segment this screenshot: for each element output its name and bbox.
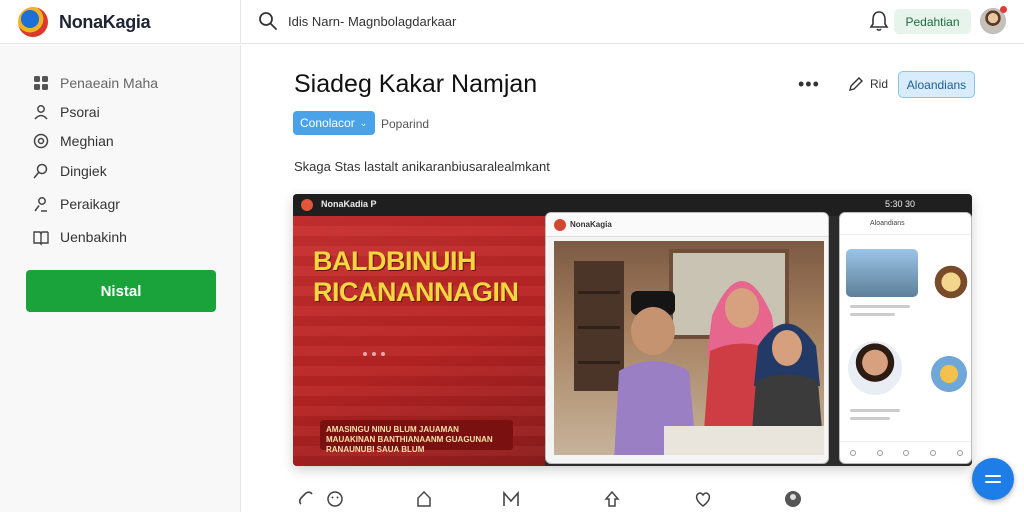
sidebar-item-dingiek[interactable]: Dingiek bbox=[32, 160, 107, 182]
category-select[interactable]: Conolacor ⌄ bbox=[293, 111, 375, 135]
mail-icon[interactable] bbox=[502, 490, 520, 508]
sidebar-item-penaeain-maha[interactable]: Penaeain Maha bbox=[32, 72, 158, 94]
card-text-line bbox=[850, 313, 895, 316]
sidebar-item-label: Dingiek bbox=[60, 163, 107, 179]
target-icon bbox=[33, 133, 49, 149]
chevron-down-icon: ⌄ bbox=[359, 117, 368, 128]
search-icon bbox=[33, 163, 48, 179]
sidebar-item-label: Uenbakinh bbox=[60, 229, 127, 245]
share-icon[interactable] bbox=[603, 490, 621, 508]
floating-action-button[interactable] bbox=[972, 458, 1014, 500]
category-select-value: Conolacor bbox=[300, 116, 355, 130]
install-button[interactable]: Nistal bbox=[26, 270, 216, 312]
edit-label: Rid bbox=[870, 77, 889, 91]
top-bar: NonaKagia Idis Narn- Magnbolagdarkaar Pe… bbox=[0, 0, 1024, 44]
family-photo bbox=[554, 241, 824, 455]
sidebar-item-uenbakinh[interactable]: Uenbakinh bbox=[32, 226, 127, 248]
link-icon[interactable] bbox=[297, 490, 315, 508]
side-window-bar: Aloandians bbox=[840, 213, 971, 235]
sidebar: Penaeain Maha Psorai Meghian Dingiek Per… bbox=[0, 45, 241, 512]
hero-bar-title: NonaKadia P bbox=[321, 199, 377, 209]
search-icon bbox=[259, 12, 277, 30]
hero-caption: AMASINGU NINU BLUM JAUAMAN MAUAKINAN BAN… bbox=[320, 420, 513, 454]
food-image bbox=[932, 263, 970, 301]
grid-icon bbox=[34, 76, 48, 90]
nav-dot-icon bbox=[876, 449, 883, 456]
edit-button[interactable]: Rid bbox=[848, 76, 888, 92]
card-text-line bbox=[850, 417, 890, 420]
sidebar-item-meghian[interactable]: Meghian bbox=[32, 130, 114, 152]
carousel-dots bbox=[363, 352, 385, 356]
user-icon bbox=[34, 197, 47, 212]
profile-icon[interactable] bbox=[784, 490, 802, 508]
profile-image bbox=[848, 341, 902, 395]
hero-heading: BALDBINUIH RICANANNAGIN bbox=[313, 246, 543, 308]
page-description: Skaga Stas lastalt anikaranbiusaralealmk… bbox=[294, 159, 550, 174]
photo-window-bar: NonaKagia bbox=[546, 213, 828, 237]
app-logo[interactable]: NonaKagia bbox=[18, 6, 151, 38]
nav-dot-icon bbox=[956, 449, 963, 456]
hero-bar-status: 5:30 30 bbox=[885, 199, 916, 209]
hero-banner: BALDBINUIH RICANANNAGIN AMASINGU NINU BL… bbox=[293, 216, 545, 466]
card-image bbox=[846, 249, 918, 297]
header-divider bbox=[240, 0, 241, 44]
sidebar-item-label: Psorai bbox=[60, 104, 100, 120]
sidebar-item-label: Penaeain Maha bbox=[60, 75, 159, 91]
hero-logo-icon bbox=[301, 199, 313, 211]
sidebar-item-label: Peraikagr bbox=[60, 196, 120, 212]
hero-photo-window: NonaKagia bbox=[545, 212, 829, 464]
book-icon bbox=[33, 231, 49, 246]
hero-heading-line1: BALDBINUIH bbox=[313, 246, 477, 276]
more-options-icon[interactable]: ••• bbox=[798, 74, 820, 95]
hero-side-window: Aloandians bbox=[839, 212, 972, 464]
photo-window-title: NonaKagia bbox=[570, 220, 612, 229]
card-text-line bbox=[850, 305, 910, 308]
page-title: Siadeg Kakar Namjan bbox=[294, 70, 538, 98]
emoji-icon[interactable] bbox=[326, 490, 344, 508]
sidebar-item-label: Meghian bbox=[60, 133, 114, 149]
search-input[interactable]: Idis Narn- Magnbolagdarkaar bbox=[288, 14, 456, 29]
nav-dot-icon bbox=[903, 449, 910, 456]
home-icon[interactable] bbox=[415, 490, 433, 508]
nav-dot-icon bbox=[930, 449, 937, 456]
side-window-title: Aloandians bbox=[870, 220, 905, 227]
notification-dot bbox=[1000, 6, 1007, 13]
sidebar-item-psorai[interactable]: Psorai bbox=[32, 101, 100, 123]
dish-image bbox=[928, 353, 970, 395]
hero-screenshot[interactable]: NonaKadia P 5:30 30 BALDBINUIH RICANANNA… bbox=[293, 194, 972, 466]
heart-icon[interactable] bbox=[694, 490, 712, 508]
notification-bell-icon[interactable] bbox=[868, 9, 890, 33]
header-action-button[interactable]: Pedahtian bbox=[894, 9, 971, 34]
hero-heading-line2: RICANANNAGIN bbox=[313, 277, 519, 307]
people-icon bbox=[34, 105, 48, 120]
sidebar-item-peraikagr[interactable]: Peraikagr bbox=[32, 193, 120, 215]
logo-icon bbox=[18, 7, 48, 37]
table bbox=[664, 426, 824, 455]
search-bar[interactable]: Idis Narn- Magnbolagdarkaar bbox=[258, 8, 678, 34]
card-text-line bbox=[850, 409, 900, 412]
primary-action-button[interactable]: Aloandians bbox=[898, 71, 975, 98]
window-logo-icon bbox=[554, 219, 566, 231]
side-window-nav bbox=[840, 441, 971, 463]
nav-dot-icon bbox=[850, 449, 857, 456]
category-label[interactable]: Poparind bbox=[381, 117, 429, 131]
app-name: NonaKagia bbox=[59, 11, 151, 32]
menu-icon bbox=[985, 475, 1001, 483]
pencil-icon bbox=[849, 77, 863, 91]
